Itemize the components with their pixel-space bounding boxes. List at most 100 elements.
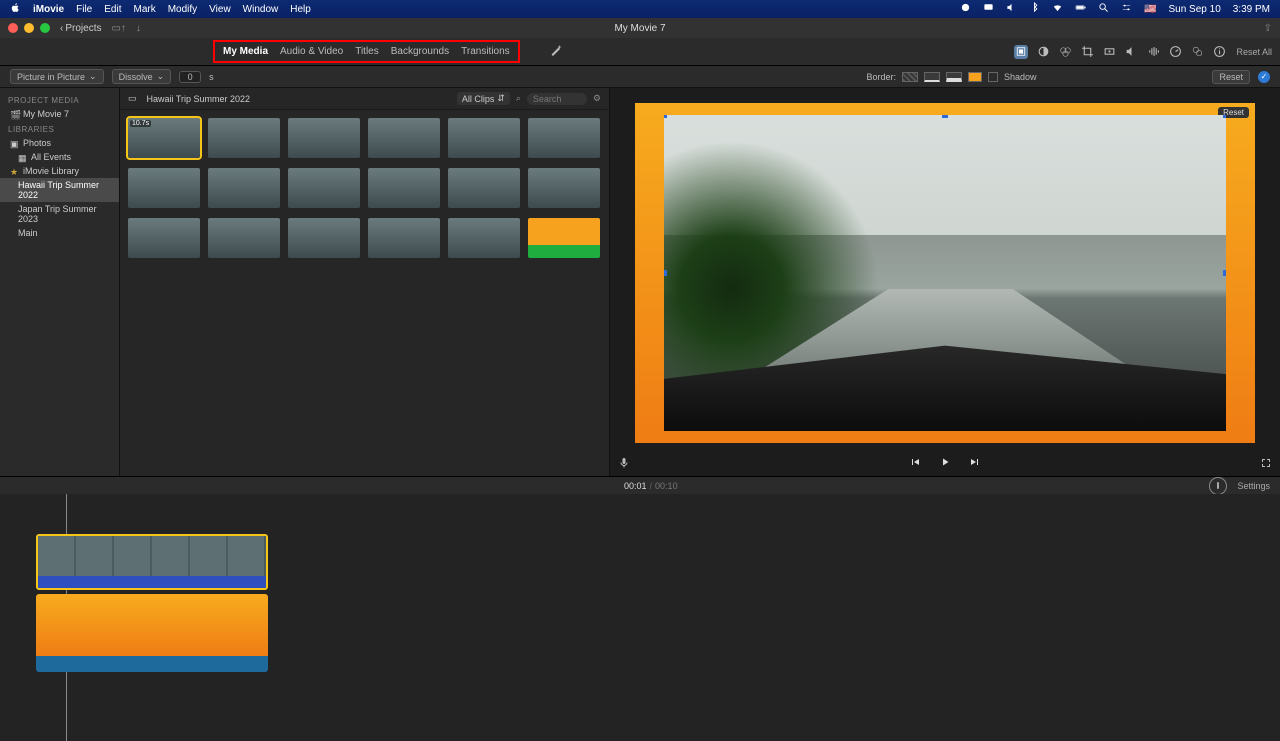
menubar-time[interactable]: 3:39 PM — [1233, 4, 1270, 15]
clip-filter-icon[interactable] — [1190, 45, 1204, 59]
tab-backgrounds[interactable]: Backgrounds — [391, 46, 449, 57]
clip-thumbnail[interactable] — [288, 168, 360, 208]
clip-thumbnail[interactable] — [368, 218, 440, 258]
display-icon[interactable] — [983, 2, 994, 16]
clip-thumbnail[interactable] — [528, 168, 600, 208]
clip-thumbnail[interactable] — [208, 218, 280, 258]
sidebar-event-hawaii[interactable]: Hawaii Trip Summer 2022 — [0, 178, 119, 202]
sidebar-photos[interactable]: ▣ Photos — [0, 136, 119, 150]
menubar-modify[interactable]: Modify — [168, 4, 197, 15]
browser-search-input[interactable]: Search — [527, 93, 587, 105]
clip-thumbnail[interactable] — [128, 218, 200, 258]
clip-thumbnail[interactable] — [208, 118, 280, 158]
menubar-edit[interactable]: Edit — [104, 4, 121, 15]
clip-thumbnail[interactable] — [448, 218, 520, 258]
menubar-mark[interactable]: Mark — [133, 4, 155, 15]
sidebar-current-movie[interactable]: 🎬 My Movie 7 — [0, 107, 119, 121]
fullscreen-icon[interactable] — [1260, 457, 1272, 472]
clip-thumbnail[interactable] — [368, 168, 440, 208]
resize-handle[interactable] — [1223, 428, 1226, 431]
zoom-window-button[interactable] — [40, 23, 50, 33]
menubar-app-name[interactable]: iMovie — [33, 4, 64, 15]
border-thick-button[interactable] — [946, 72, 962, 82]
close-window-button[interactable] — [8, 23, 18, 33]
clip-thumbnail[interactable] — [448, 168, 520, 208]
timeline-settings-button[interactable]: Settings — [1237, 481, 1270, 491]
prev-frame-button[interactable] — [909, 456, 921, 471]
color-correction-icon[interactable] — [1058, 45, 1072, 59]
volume-inspector-icon[interactable] — [1124, 45, 1138, 59]
tab-transitions[interactable]: Transitions — [461, 46, 510, 57]
sidebar-event-japan[interactable]: Japan Trip Summer 2023 — [0, 202, 119, 226]
menubar-view[interactable]: View — [209, 4, 231, 15]
clip-thumbnail[interactable] — [448, 118, 520, 158]
inspector-reset-button[interactable]: Reset — [1212, 70, 1250, 84]
inspector-apply-icon[interactable]: ✓ — [1258, 71, 1270, 83]
border-thin-button[interactable] — [924, 72, 940, 82]
color-balance-icon[interactable] — [1036, 45, 1050, 59]
search-icon[interactable] — [1098, 2, 1109, 16]
overlay-transition-select[interactable]: Dissolve ⌄ — [112, 69, 172, 84]
clip-thumbnail-background[interactable] — [528, 218, 600, 258]
pip-outer-frame[interactable]: Reset — [635, 103, 1255, 443]
clip-thumbnail[interactable] — [368, 118, 440, 158]
clip-thumbnail[interactable]: 10.7s — [128, 118, 200, 158]
minimize-window-button[interactable] — [24, 23, 34, 33]
clip-thumbnail[interactable] — [128, 168, 200, 208]
menubar-file[interactable]: File — [76, 4, 92, 15]
sidebar-event-main[interactable]: Main — [0, 226, 119, 240]
clip-filter-select[interactable]: All Clips ⇵ — [457, 92, 510, 105]
import-down-icon[interactable]: ↓ — [136, 23, 141, 34]
tab-titles[interactable]: Titles — [355, 46, 379, 57]
share-menu-icon[interactable]: ⇪ — [1264, 23, 1272, 34]
voiceover-mic-icon[interactable] — [618, 457, 630, 472]
tab-my-media[interactable]: My Media — [223, 46, 268, 57]
stabilization-icon[interactable] — [1102, 45, 1116, 59]
enhance-wand-icon[interactable] — [550, 44, 562, 59]
resize-handle[interactable] — [1223, 115, 1226, 118]
wifi-icon[interactable] — [1052, 2, 1063, 16]
clip-thumbnail[interactable] — [528, 118, 600, 158]
viewer-canvas[interactable]: Reset — [610, 88, 1280, 450]
crop-icon[interactable] — [1080, 45, 1094, 59]
projects-back-button[interactable]: ‹ Projects — [60, 23, 101, 34]
pip-inner-video[interactable] — [664, 115, 1226, 431]
timeline-clip-background[interactable] — [36, 594, 268, 672]
menubar-date[interactable]: Sun Sep 10 — [1168, 4, 1220, 15]
border-none-button[interactable] — [902, 72, 918, 82]
resize-handle[interactable] — [942, 428, 948, 431]
resize-handle[interactable] — [1223, 270, 1226, 276]
overlay-mode-select[interactable]: Picture in Picture ⌄ — [10, 69, 104, 84]
bluetooth-icon[interactable] — [1029, 2, 1040, 16]
noise-reduction-icon[interactable] — [1146, 45, 1160, 59]
timeline[interactable] — [0, 494, 1280, 741]
next-frame-button[interactable] — [969, 456, 981, 471]
list-view-icon[interactable]: ▭ — [128, 93, 137, 104]
speed-icon[interactable] — [1168, 45, 1182, 59]
reset-all-button[interactable]: Reset All — [1236, 47, 1272, 57]
border-color-swatch[interactable] — [968, 72, 982, 82]
shadow-checkbox[interactable] — [988, 72, 998, 82]
battery-icon[interactable] — [1075, 2, 1086, 16]
sidebar-imovie-library[interactable]: ★ iMovie Library — [0, 164, 119, 178]
overlay-settings-icon[interactable] — [1014, 45, 1028, 59]
zoom-knob[interactable] — [1209, 477, 1227, 495]
clip-thumbnail[interactable] — [208, 168, 280, 208]
play-button[interactable] — [939, 456, 951, 471]
sidebar-all-events[interactable]: ▦ All Events — [0, 150, 119, 164]
control-center-icon[interactable] — [1121, 2, 1132, 16]
clip-thumbnail[interactable] — [288, 218, 360, 258]
volume-icon[interactable] — [1006, 2, 1017, 16]
overlay-duration-field[interactable]: 0 — [179, 71, 201, 83]
info-icon[interactable] — [1212, 45, 1226, 59]
resize-handle[interactable] — [942, 115, 948, 118]
resize-handle[interactable] — [664, 428, 667, 431]
apple-logo-icon[interactable] — [10, 2, 21, 16]
share-icon[interactable]: ▭↑ — [111, 23, 125, 34]
clip-thumbnail[interactable] — [288, 118, 360, 158]
resize-handle[interactable] — [664, 270, 667, 276]
timeline-clip-video[interactable] — [36, 534, 268, 590]
menubar-window[interactable]: Window — [243, 4, 279, 15]
resize-handle[interactable] — [664, 115, 667, 118]
flag-icon[interactable]: 🇺🇸 — [1144, 4, 1156, 15]
